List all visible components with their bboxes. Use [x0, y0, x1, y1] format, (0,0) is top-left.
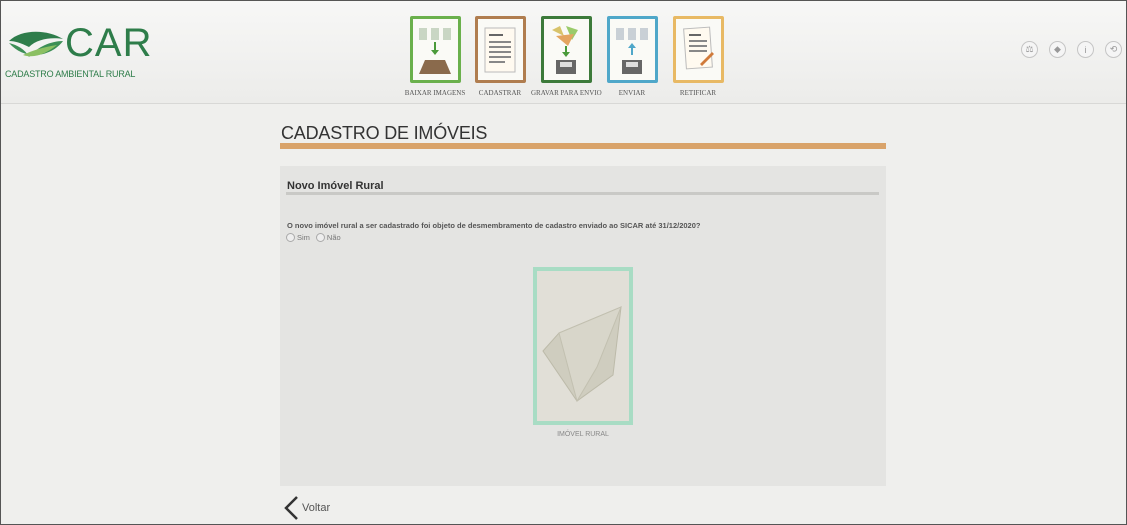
rectify-document-icon: [672, 16, 724, 83]
car-logo: CAR CADASTRO AMBIENTAL RURAL: [5, 21, 155, 83]
radio-circle[interactable]: [286, 233, 295, 242]
chevron-left-icon: [284, 496, 298, 520]
toolbar-label: RETIFICAR: [679, 89, 717, 97]
card-label: IMÓVEL RURAL: [557, 431, 609, 438]
back-button[interactable]: Voltar: [283, 495, 330, 521]
toolbar-enviar[interactable]: ENVIAR: [597, 16, 667, 97]
toolbar-retificar[interactable]: RETIFICAR: [663, 16, 733, 97]
toolbar-label: CADASTRAR: [478, 89, 522, 97]
imovel-rural-card[interactable]: [533, 267, 633, 425]
send-icon: [606, 16, 658, 83]
refresh-icon[interactable]: ⟲: [1105, 41, 1122, 58]
radio-circle[interactable]: [315, 233, 325, 242]
radio-label: Não: [326, 233, 341, 242]
panel-divider: [286, 192, 879, 195]
register-document-icon: [474, 16, 526, 83]
land-parcel-icon: [542, 306, 622, 403]
toolbar-label: BAIXAR IMAGENS: [404, 89, 466, 97]
page-title: CADASTRO DE IMÓVEIS: [281, 123, 488, 143]
toolbar-cadastrar[interactable]: CADASTRAR: [465, 16, 535, 97]
radio-label: Sim: [297, 233, 310, 242]
radio-sim[interactable]: Sim: [286, 233, 310, 242]
question-text: O novo imóvel rural a ser cadastrado foi…: [287, 221, 701, 230]
app-header: CAR CADASTRO AMBIENTAL RURAL BAIXAR IMAG…: [1, 1, 1126, 104]
back-label: Voltar: [302, 502, 331, 514]
new-property-panel: Novo Imóvel Rural O novo imóvel rural a …: [280, 166, 886, 486]
scales-icon[interactable]: ⚖: [1021, 41, 1038, 58]
logo-subtitle: CADASTRO AMBIENTAL RURAL: [5, 69, 136, 79]
title-underline: [280, 143, 886, 149]
toolbar-gravar-para-envio[interactable]: GRAVAR PARA ENVIO: [531, 16, 602, 97]
leaf-logo-icon: [9, 31, 63, 57]
toolbar-label: GRAVAR PARA ENVIO: [531, 89, 602, 97]
download-images-icon: [409, 16, 461, 83]
panel-heading: Novo Imóvel Rural: [287, 180, 384, 192]
radio-nao[interactable]: Não: [315, 233, 341, 242]
logo-text: CAR: [65, 21, 153, 65]
toolbar-baixar-imagens[interactable]: BAIXAR IMAGENS: [400, 16, 470, 97]
save-for-send-icon: [540, 16, 592, 83]
tag-icon[interactable]: ◆: [1049, 41, 1066, 58]
toolbar-label: ENVIAR: [618, 89, 646, 97]
info-icon[interactable]: i: [1077, 41, 1094, 58]
answer-radio-group: Sim Não: [286, 233, 341, 242]
